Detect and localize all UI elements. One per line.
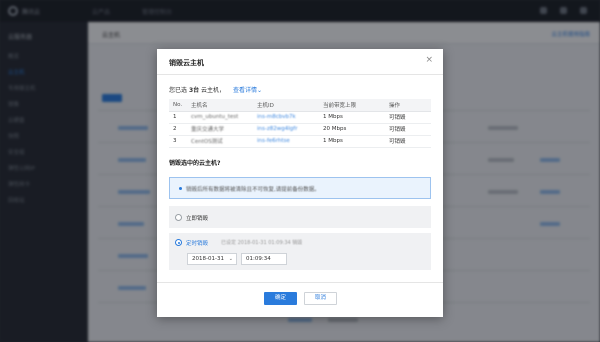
row-action: 可销毁 xyxy=(385,135,431,148)
date-value: 2018-01-31 xyxy=(192,256,224,262)
row-id[interactable]: ins-m8cbvb7k xyxy=(253,111,319,124)
selection-count: 3台 xyxy=(188,87,200,94)
bullet-icon xyxy=(179,187,182,190)
column-no: No. xyxy=(169,99,187,112)
row-name: CentOS测试 xyxy=(187,135,253,148)
view-details-label: 查看详情 xyxy=(232,87,257,94)
row-name-text: CentOS测试 xyxy=(191,139,223,145)
row-name: cvm_ubuntu_test xyxy=(187,111,253,124)
column-bandwidth: 当前带宽上限 xyxy=(319,99,385,112)
radio-scheduled[interactable] xyxy=(175,239,182,246)
column-action: 操作 xyxy=(385,99,431,112)
row-id[interactable]: ins-fe6rhtse xyxy=(253,135,319,148)
row-no: 1 xyxy=(169,111,187,124)
row-id-text: ins-m8cbvb7k xyxy=(257,114,296,120)
cancel-button[interactable]: 取消 xyxy=(304,292,337,305)
table-header-row: No. 主机名 主机ID 当前带宽上限 操作 xyxy=(169,99,431,112)
row-action: 可销毁 xyxy=(385,111,431,124)
confirm-button[interactable]: 确定 xyxy=(264,292,297,305)
row-name-text: cvm_ubuntu_test xyxy=(191,114,239,120)
instance-table: No. 主机名 主机ID 当前带宽上限 操作 1 cvm_ubuntu_test… xyxy=(169,99,431,148)
radio-immediate[interactable] xyxy=(175,214,182,221)
row-id-text: ins-fe6rhtse xyxy=(257,138,290,144)
row-name: 重庆交通大学 xyxy=(187,123,253,136)
destroy-question: 销毁选中的云主机? xyxy=(169,160,221,167)
row-bandwidth: 20 Mbps xyxy=(319,123,385,136)
row-bandwidth: 1 Mbps xyxy=(319,111,385,124)
dialog-title: 销毁云主机 xyxy=(169,59,204,67)
row-id-text: ins-z82wg4lgfr xyxy=(257,126,298,132)
footer-divider xyxy=(157,282,443,283)
destroy-instance-dialog: 销毁云主机 × 您已选 3台 云主机， 查看详情⌄ No. 主机名 主机ID 当… xyxy=(157,49,443,317)
selection-suffix: 云主机， xyxy=(201,87,226,94)
row-no: 2 xyxy=(169,123,187,136)
table-row: 3 CentOS测试 ins-fe6rhtse 1 Mbps 可销毁 xyxy=(169,135,431,148)
option-scheduled-label: 定时销毁 xyxy=(186,241,209,247)
scheduled-hint: 已设定 2018-01-31 01:09:34 销毁 xyxy=(221,240,303,246)
close-icon[interactable]: × xyxy=(425,56,433,65)
row-no: 3 xyxy=(169,135,187,148)
column-id: 主机ID xyxy=(253,99,319,112)
destroy-time-input[interactable]: 01:09:34 xyxy=(241,253,287,265)
row-name-text: 重庆交通大学 xyxy=(191,127,225,133)
destroy-date-select[interactable]: 2018-01-31 ⌄ xyxy=(187,253,237,265)
option-immediate-destroy[interactable]: 立即销毁 xyxy=(169,206,431,228)
chevron-down-icon: ⌄ xyxy=(228,256,233,262)
column-name: 主机名 xyxy=(187,99,253,112)
warning-notice: 销毁后所有数据将被清除且不可恢复,请提前备份数据。 xyxy=(169,177,431,199)
option-immediate-label: 立即销毁 xyxy=(186,216,209,222)
view-details-link[interactable]: 查看详情⌄ xyxy=(233,87,262,94)
row-action: 可销毁 xyxy=(385,123,431,136)
header-divider xyxy=(157,74,443,75)
row-bandwidth: 1 Mbps xyxy=(319,135,385,148)
row-id[interactable]: ins-z82wg4lgfr xyxy=(253,123,319,136)
table-row: 1 cvm_ubuntu_test ins-m8cbvb7k 1 Mbps 可销… xyxy=(169,111,431,124)
selection-prefix: 您已选 xyxy=(169,87,188,94)
selection-summary: 您已选 3台 云主机， 查看详情⌄ xyxy=(169,85,262,94)
chevron-down-icon: ⌄ xyxy=(257,87,263,94)
notice-text: 销毁后所有数据将被清除且不可恢复,请提前备份数据。 xyxy=(186,187,320,193)
table-row: 2 重庆交通大学 ins-z82wg4lgfr 20 Mbps 可销毁 xyxy=(169,123,431,136)
